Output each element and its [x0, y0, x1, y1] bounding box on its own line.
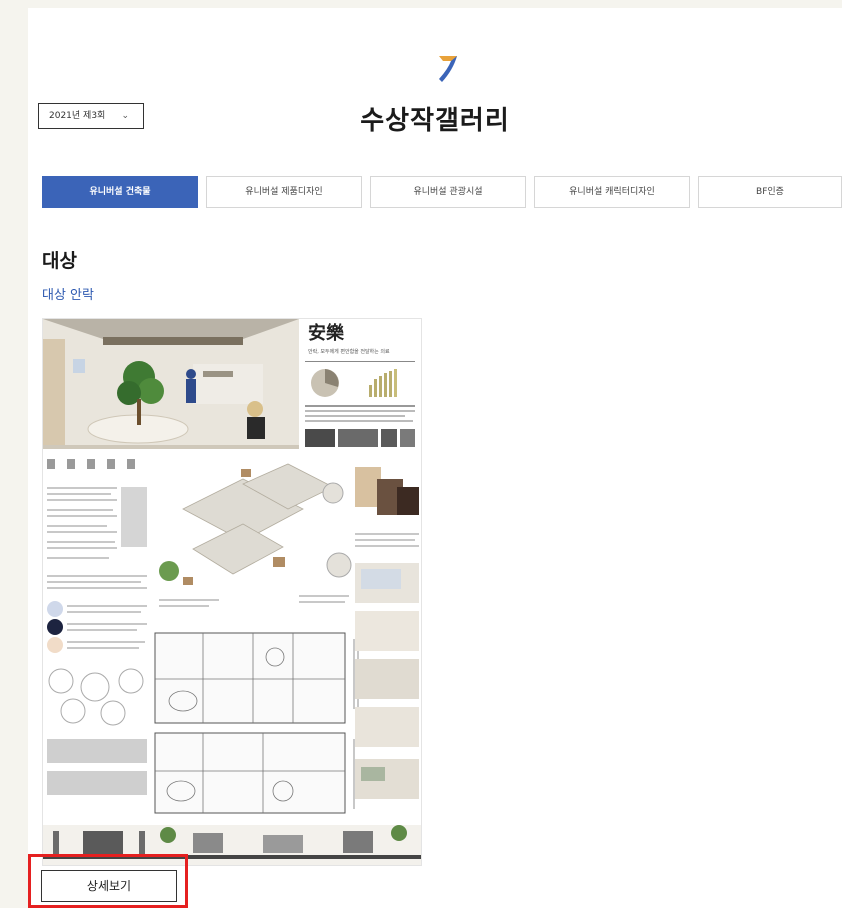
category-tabs: 유니버설 건축물 유니버설 제품디자인 유니버설 관광시설 유니버설 캐릭터디자…: [42, 176, 842, 210]
tab-universal-product-design[interactable]: 유니버설 제품디자인: [206, 176, 362, 208]
tab-universal-tourism-facility[interactable]: 유니버설 관광시설: [370, 176, 526, 208]
year-select-value: 2021년 제3회: [49, 111, 106, 121]
poster-subheading: 안락, 모두에게 편안함을 전달하는 의료: [308, 348, 390, 355]
year-select[interactable]: 2021년 제3회 ⌄: [38, 103, 144, 129]
award-entry-title[interactable]: 대상 안락: [42, 284, 94, 303]
tab-universal-character-design[interactable]: 유니버설 캐릭터디자인: [534, 176, 690, 208]
detail-view-button[interactable]: 상세보기: [41, 870, 177, 902]
tab-bf-certification[interactable]: BF인증: [698, 176, 842, 208]
chevron-down-icon: ⌄: [121, 111, 129, 121]
award-poster-image[interactable]: 安樂 안락, 모두에게 편안함을 전달하는 의료: [42, 318, 422, 866]
poster-heading: 安樂: [308, 322, 345, 344]
page-title: 수상작갤러리: [360, 106, 510, 136]
award-rank-heading: 대상: [42, 250, 77, 272]
page: 수상작갤러리 2021년 제3회 ⌄ 유니버설 건축물 유니버설 제품디자인 유…: [28, 8, 842, 908]
tab-universal-building[interactable]: 유니버설 건축물: [42, 176, 198, 208]
brand-logo-icon: [433, 48, 463, 88]
